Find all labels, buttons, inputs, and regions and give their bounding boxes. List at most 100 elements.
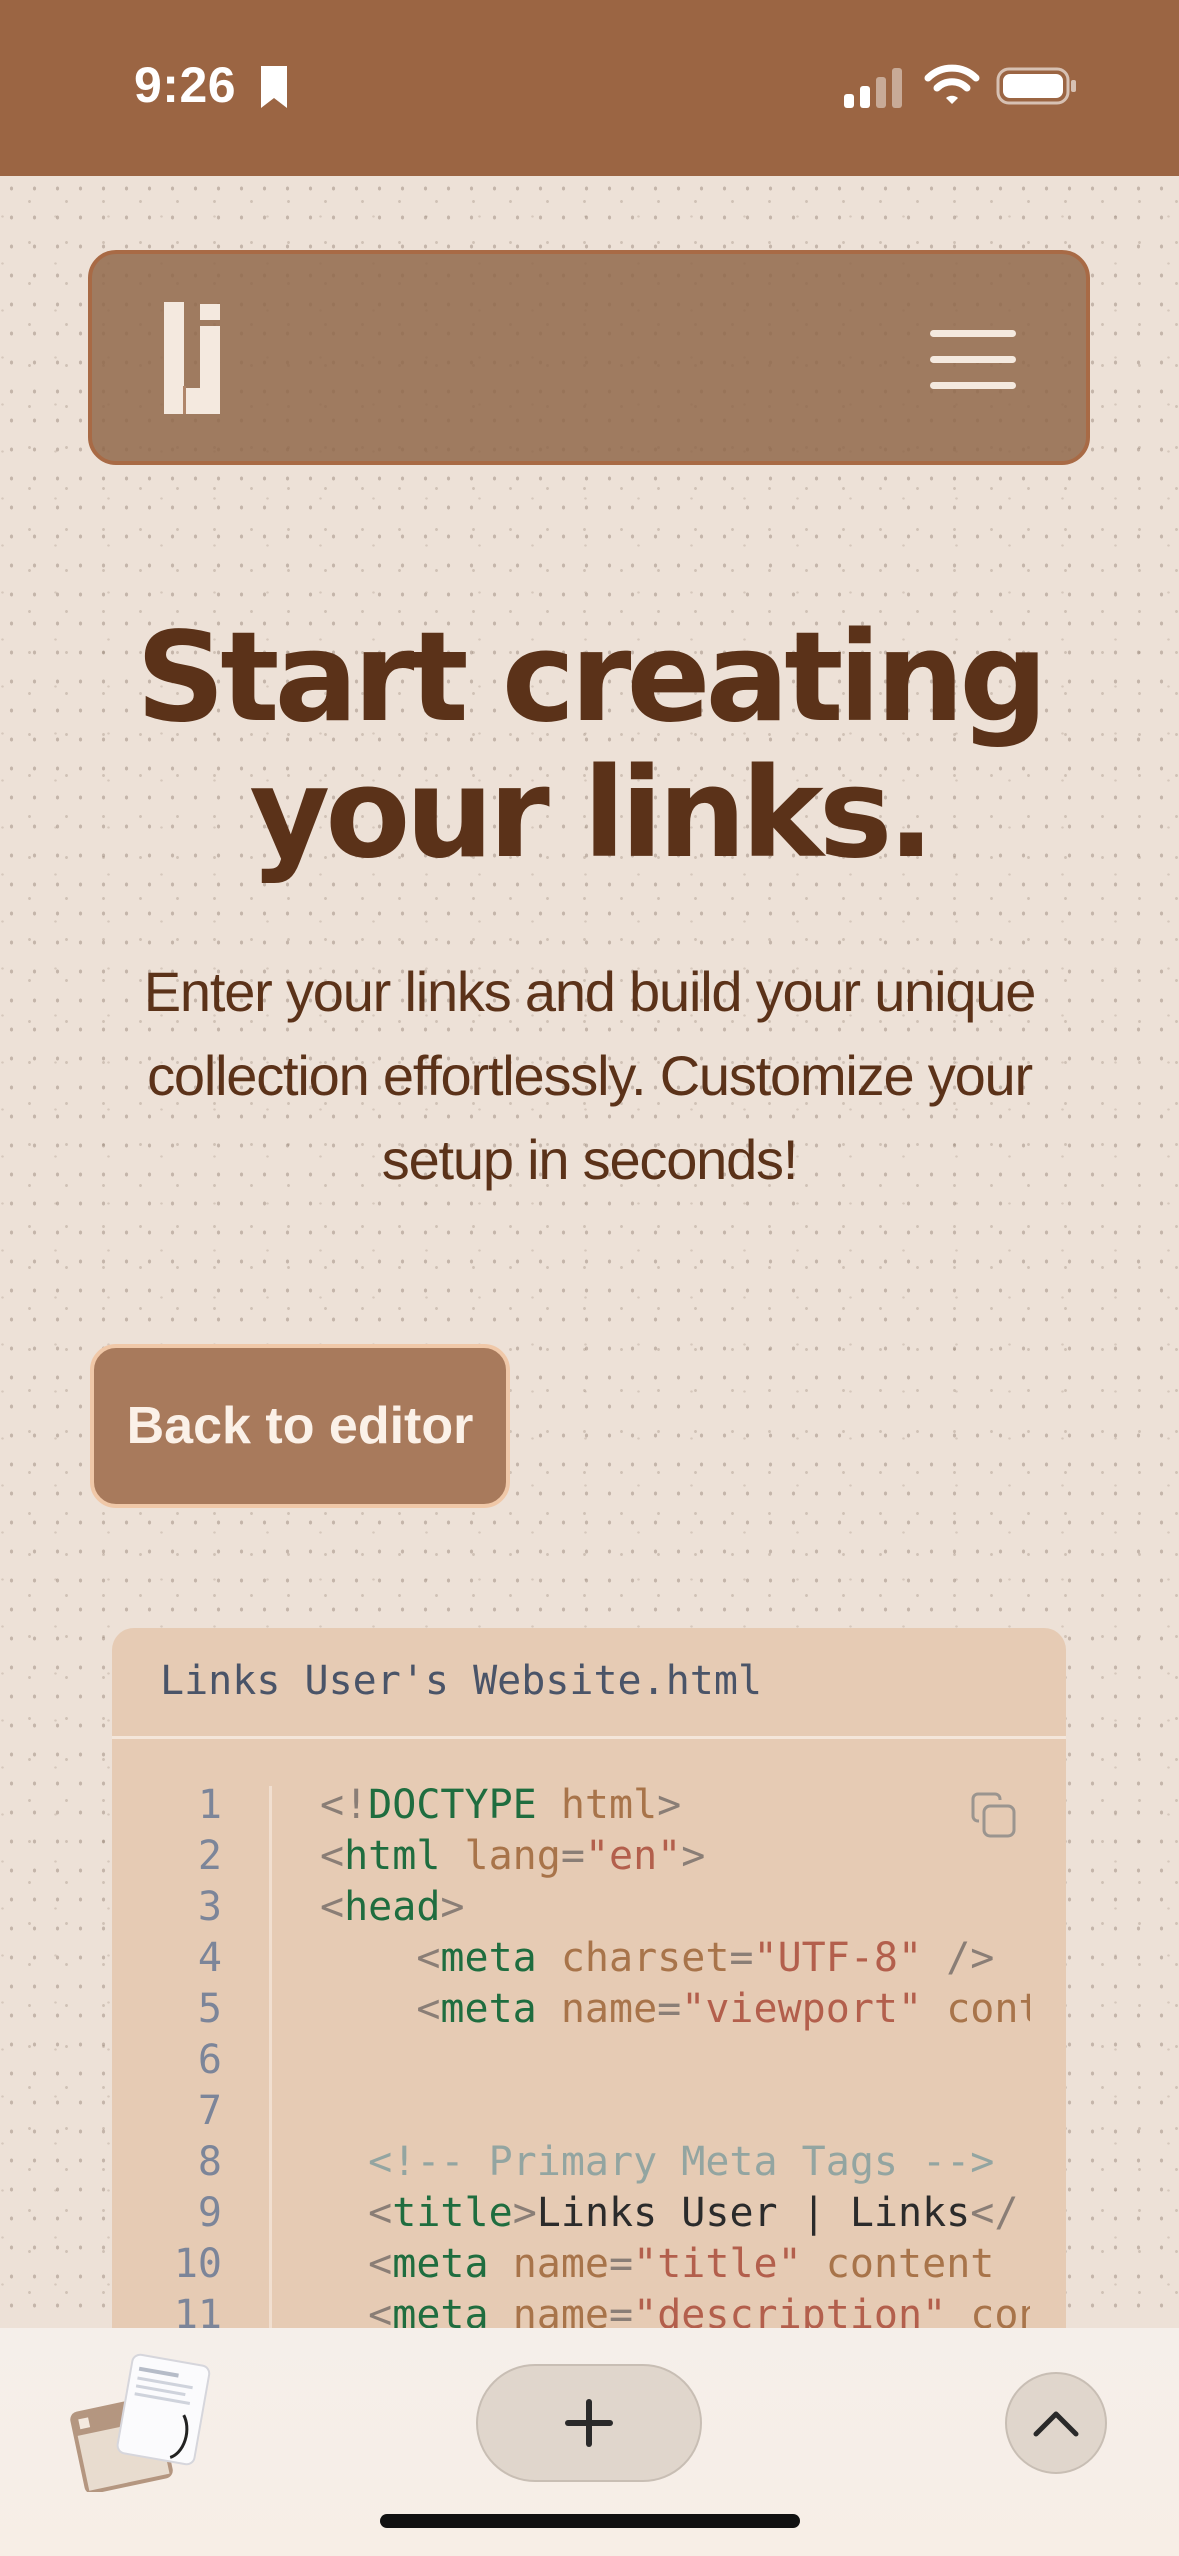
line-number: 10 [173,2241,222,2287]
status-time: 9:26 [134,57,237,113]
code-token: content [825,2241,995,2287]
li-logo-icon[interactable] [164,302,224,414]
hero-subtitle-line-2: collection effortlessly. Customize your [147,1044,1033,1107]
code-token: = [729,1935,754,1981]
code-lines: 1 <!DOCTYPE html> 2 <html lang="en"> 3 <head>… [112,1780,1066,2341]
code-line: 9 <title>Links User | Links</ [112,2188,1066,2239]
code-token: lang [464,1833,561,1879]
code-token: /> [946,1935,995,1981]
status-bar: 9:26 [0,0,1179,176]
code-token: "title" [633,2241,802,2287]
code-content: <meta name="viewport" content [320,1984,1030,2035]
line-number: 8 [197,2139,222,2185]
code-token: Links User | Links [536,2190,971,2236]
code-line: 5 <meta name="viewport" content [112,1984,1066,2035]
code-token: meta [440,1935,537,1981]
code-token: <! [320,1782,369,1828]
site-header [88,250,1090,465]
code-token: head [344,1884,441,1930]
code-token: > [512,2190,537,2236]
code-token: "UTF-8" [753,1935,923,1981]
home-indicator [380,2514,800,2528]
code-line: 4 <meta charset="UTF-8" /> [112,1933,1066,1984]
code-token: DOCTYPE [368,1782,537,1828]
line-number: 4 [197,1935,222,1981]
line-number: 6 [197,2037,222,2083]
code-token: meta [440,1986,537,2032]
line-number: 3 [197,1884,222,1930]
code-content: <!-- Primary Meta Tags --> [320,2137,1030,2188]
code-content: <html lang="en"> [320,1831,1030,1882]
code-token: = [657,1986,682,2032]
code-token: charset [560,1935,730,1981]
code-token: html [344,1833,441,1879]
code-line: 10 <meta name="title" content [112,2239,1066,2290]
code-token: < [368,2190,393,2236]
code-content: <meta name="title" content [320,2239,1030,2290]
back-to-editor-button[interactable]: Back to editor [90,1344,510,1508]
line-number: 9 [197,2190,222,2236]
code-token: "en" [584,1833,682,1879]
code-token: html [560,1782,658,1828]
hero-title: Start creating your links. [60,610,1119,882]
code-token: = [609,2241,634,2287]
line-number: 2 [197,1833,222,1879]
code-token: <!-- Primary Meta Tags --> [368,2139,995,2185]
plus-icon [565,2399,613,2447]
code-token: name [512,2241,610,2287]
code-token: title [392,2190,513,2236]
code-line: 2 <html lang="en"> [112,1831,1066,1882]
code-token: </ [970,2190,1019,2236]
code-token: meta [392,2241,489,2287]
hero-title-line-2: your links. [249,742,934,886]
chevron-up-icon [1033,2411,1079,2437]
signal-icon [844,68,902,108]
tab-overview-thumbnail[interactable] [66,2352,216,2492]
hero-title-line-1: Start creating [135,606,1048,750]
hero-subtitle: Enter your links and build your unique c… [90,950,1089,1202]
hero-subtitle-line-3: setup in seconds! [381,1128,799,1191]
code-content: <meta charset="UTF-8" /> [320,1933,1030,1984]
code-token: < [368,2241,393,2287]
code-token: < [416,1986,441,2032]
code-line: 3 <head> [112,1882,1066,1933]
scroll-to-top-button[interactable] [1005,2372,1107,2474]
code-line: 7 [112,2086,1066,2137]
bookmark-icon [261,66,287,108]
line-number: 1 [197,1782,222,1828]
code-token: < [320,1833,345,1879]
code-token: > [657,1782,682,1828]
code-token: content [946,1986,1030,2032]
code-line: 1 <!DOCTYPE html> [112,1780,1066,1831]
battery-icon [996,67,1076,105]
code-content: <!DOCTYPE html> [320,1780,1030,1831]
code-divider [112,1736,1066,1739]
wifi-icon [924,64,980,104]
code-token: name [560,1986,658,2032]
hero-subtitle-line-1: Enter your links and build your unique [143,960,1037,1023]
code-line: 6 [112,2035,1066,2086]
copy-icon[interactable] [970,1792,1018,1840]
new-tab-button[interactable] [476,2364,702,2482]
code-line: 8 <!-- Primary Meta Tags --> [112,2137,1066,2188]
code-token: < [320,1884,345,1930]
hamburger-menu-icon[interactable] [930,328,1016,392]
code-token: "viewport" [681,1986,923,2032]
line-number: 7 [197,2088,222,2134]
code-token: > [440,1884,465,1930]
code-token: > [681,1833,706,1879]
code-content: <title>Links User | Links</ [320,2188,1030,2239]
